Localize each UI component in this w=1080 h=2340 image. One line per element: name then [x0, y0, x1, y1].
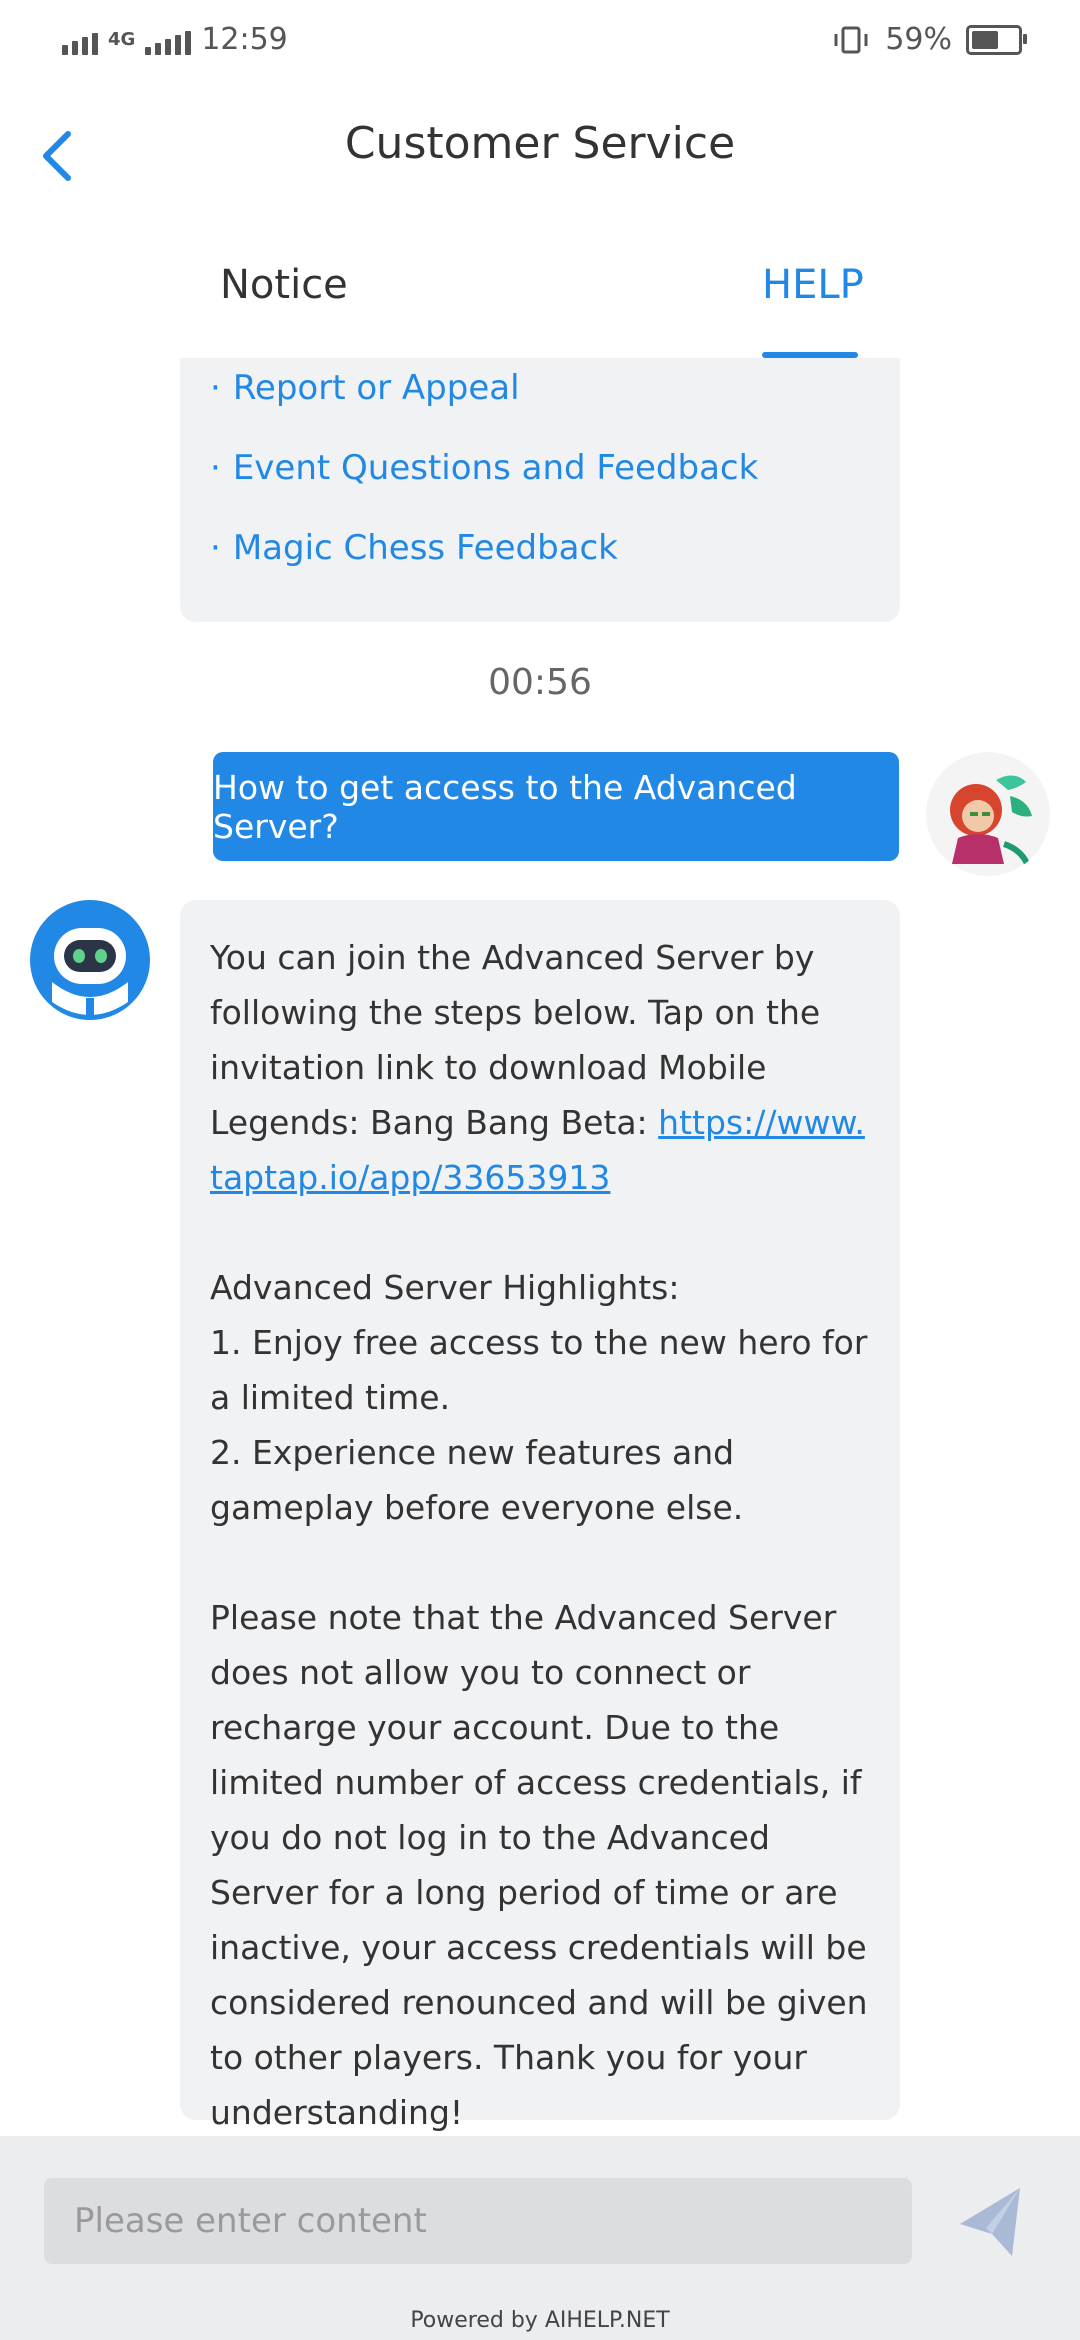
menu-link-event-feedback[interactable]: Event Questions and Feedback	[210, 448, 759, 488]
bot-message-text: You can join the Advanced Server by foll…	[210, 930, 870, 2140]
highlight-item-2: 2. Experience new features and gameplay …	[210, 1433, 744, 1527]
send-icon	[960, 2188, 1020, 2256]
highlight-item-1: 1. Enjoy free access to the new hero for…	[210, 1323, 868, 1417]
status-right: 59%	[831, 22, 1027, 57]
menu-link-magic-chess[interactable]: Magic Chess Feedback	[210, 528, 618, 568]
user-message-bubble: How to get access to the Advanced Server…	[213, 752, 899, 861]
user-message-text: How to get access to the Advanced Server…	[213, 767, 797, 846]
status-bar: 4G 12:59 59%	[0, 0, 1080, 90]
bot-message-note: Please note that the Advanced Server doe…	[210, 1598, 868, 2132]
network-type: 4G	[108, 28, 136, 50]
status-time: 12:59	[201, 22, 288, 57]
battery-icon	[966, 24, 1027, 55]
header: Customer Service	[0, 110, 1080, 190]
bot-message-bubble: You can join the Advanced Server by foll…	[180, 900, 900, 2132]
highlights-title: Advanced Server Highlights:	[210, 1268, 680, 1307]
send-button[interactable]	[956, 2184, 1024, 2260]
powered-by-text: Powered by AIHELP.NET	[410, 2308, 670, 2333]
tab-notice[interactable]: Notice	[220, 262, 348, 308]
composer-bar: Powered by AIHELP.NET	[0, 2136, 1080, 2340]
menu-link-report-appeal[interactable]: Report or Appeal	[210, 368, 520, 408]
message-input[interactable]	[44, 2178, 912, 2264]
user-avatar-image	[926, 752, 1050, 876]
robot-icon	[30, 900, 150, 1020]
bot-message-intro-paragraph: You can join the Advanced Server by foll…	[210, 930, 870, 1205]
status-left: 4G 12:59	[62, 22, 288, 57]
vibrate-icon	[834, 26, 868, 53]
message-timestamp: 00:56	[488, 662, 592, 703]
page-title: Customer Service	[344, 118, 736, 169]
signal-icon	[62, 25, 98, 55]
battery-level	[972, 30, 998, 49]
user-avatar[interactable]	[926, 752, 1050, 876]
battery-percent: 59%	[885, 22, 952, 57]
signal-icon-2	[145, 25, 192, 55]
tab-help[interactable]: HELP	[762, 262, 864, 308]
bot-avatar	[30, 900, 150, 1020]
tab-bar: Notice HELP	[0, 240, 1080, 360]
help-menu-card: Report or Appeal Event Questions and Fee…	[180, 358, 900, 622]
